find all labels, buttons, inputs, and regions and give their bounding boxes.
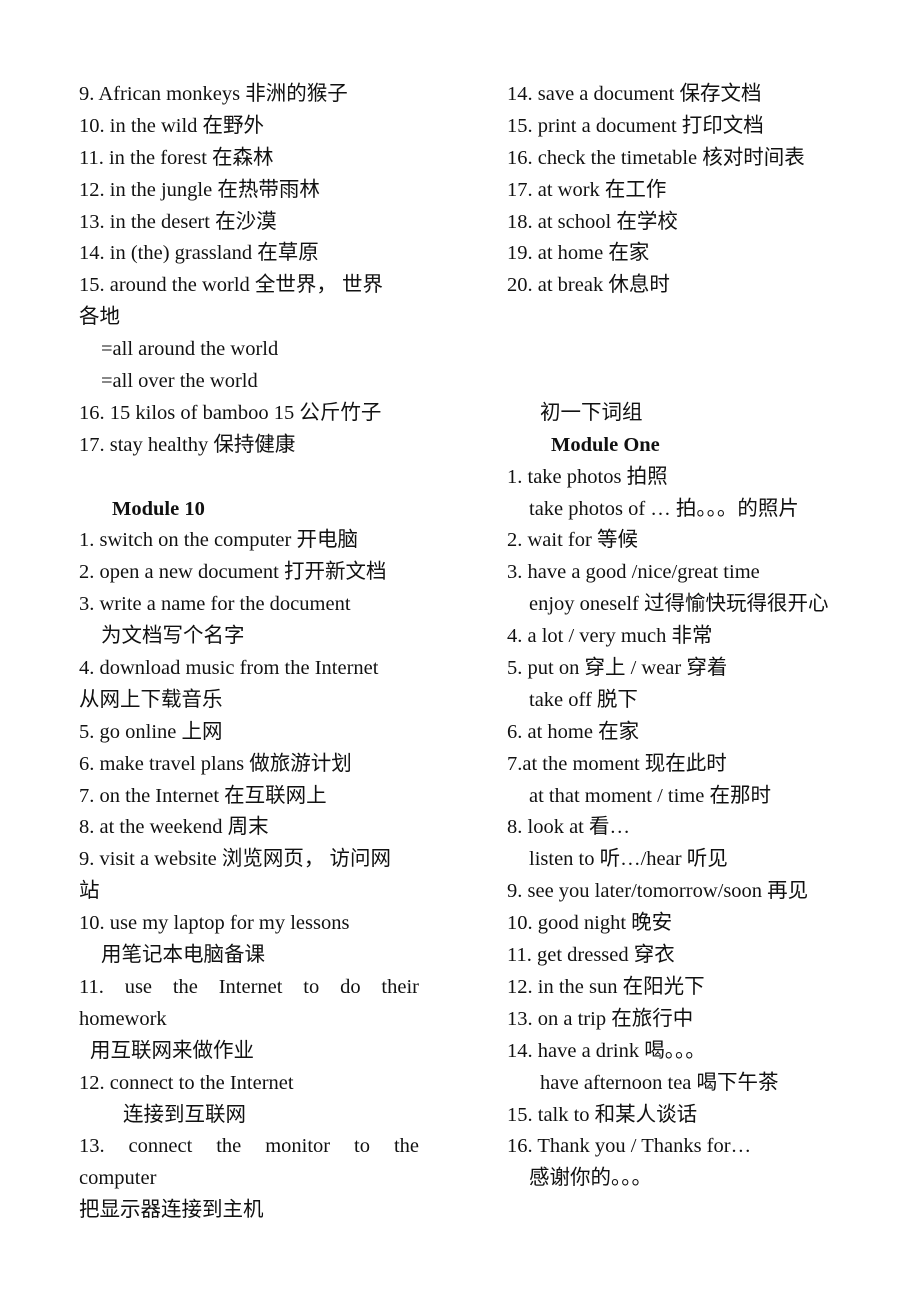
section-heading: Module One: [551, 433, 660, 456]
section-heading: Module 10: [112, 497, 205, 520]
vocab-line: 13. on a trip 在旅行中: [507, 1007, 694, 1030]
vocab-line: 各地: [79, 306, 120, 329]
vocab-line: have afternoon tea 喝下午茶: [540, 1071, 779, 1094]
vocab-line: 15. print a document 打印文档: [507, 114, 764, 137]
vocab-line: 18. at school 在学校: [507, 210, 678, 233]
vocab-line: 19. at home 在家: [507, 242, 650, 265]
vocab-line: 12. connect to the Internet: [79, 1071, 294, 1094]
vocab-line: 11. get dressed 穿衣: [507, 944, 675, 967]
vocab-line: 14. have a drink 喝。。。: [507, 1039, 706, 1062]
vocab-line: 1. switch on the computer 开电脑: [79, 529, 358, 552]
vocab-line: =all around the world: [101, 338, 279, 361]
vocab-line: at that moment / time 在那时: [529, 784, 771, 807]
vocab-line: 16. 15 kilos of bamboo 15 公斤竹子: [79, 401, 382, 424]
vocab-line: =all over the world: [101, 370, 258, 393]
right-column: 14. save a document 保存文档 15. print a docu…: [507, 79, 867, 1195]
vocab-line: 3. write a name for the document: [79, 593, 351, 616]
vocab-line: 2. wait for 等候: [507, 529, 638, 552]
vocab-line: 4. a lot / very much 非常: [507, 625, 713, 648]
vocab-line: 16. check the timetable 核对时间表: [507, 146, 805, 169]
vocab-line: 3. have a good /nice/great time: [507, 561, 760, 584]
vocab-line: 17. at work 在工作: [507, 178, 667, 201]
vocab-line: 9. visit a website 浏览网页， 访问网: [79, 848, 392, 871]
vocab-line: 15. talk to 和某人谈话: [507, 1103, 698, 1126]
vocab-line: 5. go online 上网: [79, 720, 223, 743]
vocab-line: 12. in the jungle 在热带雨林: [79, 178, 320, 201]
vocab-line: 4. download music from the Internet: [79, 657, 379, 680]
vocab-line: 9. African monkeys 非洲的猴子: [79, 83, 348, 105]
vocab-line: homework: [79, 1007, 167, 1030]
vocab-line: 15. around the world 全世界， 世界: [79, 274, 384, 297]
left-column: 9. African monkeys 非洲的猴子 10. in the wild …: [79, 79, 419, 1227]
vocab-line: 14. save a document 保存文档: [507, 83, 762, 105]
vocab-line: 13. in the desert 在沙漠: [79, 210, 277, 233]
vocab-line: 连接到互联网: [123, 1103, 246, 1126]
vocab-line: 17. stay healthy 保持健康: [79, 433, 296, 456]
vocab-line: take off 脱下: [529, 688, 638, 711]
vocab-line: 10. in the wild 在野外: [79, 114, 265, 137]
vocab-line: 把显示器连接到主机: [79, 1199, 264, 1222]
vocab-line: 用笔记本电脑备课: [101, 944, 265, 967]
vocab-line: 1. take photos 拍照: [507, 465, 668, 488]
vocab-line: listen to 听…/hear 听见: [529, 848, 728, 871]
vocab-line: 用互联网来做作业: [90, 1039, 254, 1062]
vocab-line: 14. in (the) grassland 在草原: [79, 242, 319, 265]
vocab-line: 11. in the forest 在森林: [79, 146, 274, 169]
vocab-line: 11. use the Internet to do their: [79, 975, 419, 998]
vocab-line: 感谢你的。。。: [529, 1167, 652, 1190]
vocab-line: 16. Thank you / Thanks for…: [507, 1135, 752, 1158]
vocab-line: 20. at break 休息时: [507, 274, 670, 297]
vocab-line: 9. see you later/tomorrow/soon 再见: [507, 880, 809, 903]
vocab-line: 6. make travel plans 做旅游计划: [79, 752, 352, 775]
vocab-line: 初一下词组: [540, 401, 643, 424]
vocab-line: 为文档写个名字: [101, 625, 245, 648]
vocab-line: 5. put on 穿上 / wear 穿着: [507, 657, 728, 680]
vocab-line: 6. at home 在家: [507, 720, 640, 743]
vocab-line: 8. look at 看…: [507, 816, 630, 839]
vocab-line: 8. at the weekend 周末: [79, 816, 269, 839]
vocab-line: take photos of … 拍。。。的照片: [529, 497, 799, 520]
vocab-line: 站: [79, 880, 100, 903]
vocab-line: 2. open a new document 打开新文档: [79, 561, 387, 584]
vocab-line: 7.at the moment 现在此时: [507, 752, 727, 775]
vocab-line: 10. good night 晚安: [507, 912, 673, 935]
vocab-line: 从网上下载音乐: [79, 688, 223, 711]
vocab-line: computer: [79, 1167, 157, 1190]
vocab-line: 7. on the Internet 在互联网上: [79, 784, 327, 807]
vocab-line: 13. connect the monitor to the: [79, 1135, 419, 1158]
vocab-line: 10. use my laptop for my lessons: [79, 912, 350, 935]
vocab-line: 12. in the sun 在阳光下: [507, 975, 705, 998]
vocab-line: enjoy oneself 过得愉快玩得很开心: [529, 593, 829, 616]
